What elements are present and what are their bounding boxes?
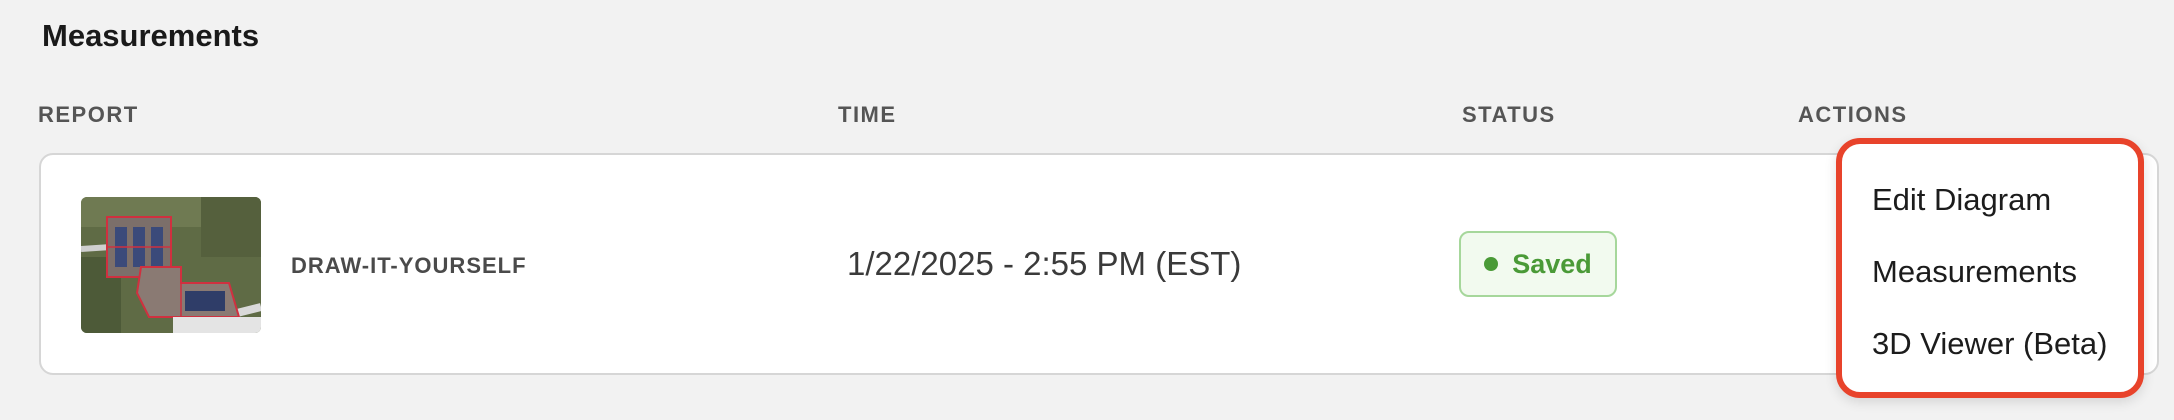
column-header-actions: ACTIONS [1798,102,1908,127]
menu-item-edit-diagram[interactable]: Edit Diagram [1872,182,2051,218]
status-badge: Saved [1459,231,1617,297]
roof-thumbnail-image[interactable] [81,197,261,333]
status-label: Saved [1512,248,1592,279]
menu-item-3d-viewer[interactable]: 3D Viewer (Beta) [1872,326,2107,362]
report-time: 1/22/2025 - 2:55 PM (EST) [847,245,1242,282]
status-dot-icon [1484,257,1499,271]
column-header-time: TIME [838,102,897,127]
menu-item-measurements[interactable]: Measurements [1872,254,2077,290]
column-header-report: REPORT [38,102,139,127]
actions-dropdown-menu: Edit Diagram Measurements 3D Viewer (Bet… [1836,138,2144,398]
page-title: Measurements [42,18,260,53]
report-name: DRAW-IT-YOURSELF [291,253,527,278]
column-header-status: STATUS [1462,102,1556,127]
